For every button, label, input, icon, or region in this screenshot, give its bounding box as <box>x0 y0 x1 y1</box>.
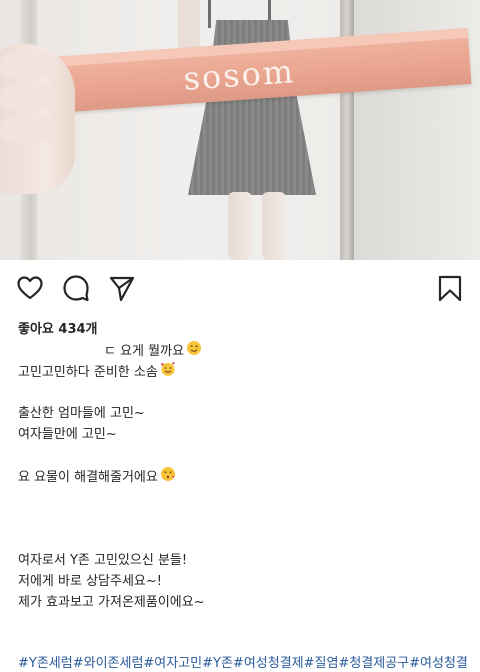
caption-text: 출산한 엄마들에 고민~ <box>18 406 145 421</box>
caption-line: 출산한 엄마들에 고민~ <box>18 403 468 424</box>
caption-text: 고민고민하다 준비한 소솜 <box>18 365 158 380</box>
post-photo[interactable]: sosom <box>0 0 480 260</box>
caption-text: 저에게 바로 상담주세요~! <box>18 574 162 589</box>
caption-text: ㄷ 요게 뭘까요 <box>104 344 185 359</box>
finger <box>0 52 56 78</box>
hashtag-links[interactable]: #Y존세럼#와이존세럼#여자고민#Y존#여성청결제#질염#청결제공구#여성청결 <box>18 652 468 671</box>
redacted-text <box>18 345 104 359</box>
caption-line: 여자들만에 고민~ <box>18 424 468 445</box>
send-icon[interactable] <box>108 274 136 302</box>
caption-line: 요 요물이 해결해줄거에요 <box>18 466 468 487</box>
hand <box>0 44 75 194</box>
wink-emoji-icon <box>186 340 202 363</box>
post-caption: ㄷ 요게 뭘까요 고민고민하다 준비한 소솜 출산한 엄마들에 고민~ 여자들만… <box>18 340 468 613</box>
caption-line: 저에게 바로 상담주세요~! <box>18 571 468 592</box>
bookmark-icon[interactable] <box>436 274 464 302</box>
caption-line: 여자로서 Y존 고민있으신 분들! <box>18 550 468 571</box>
kissing-heart-emoji-icon <box>160 466 176 489</box>
caption-text: 여자로서 Y존 고민있으신 분들! <box>18 553 188 568</box>
caption-text: 제가 효과보고 가져온제품이에요~ <box>18 595 205 610</box>
caption-line: ㄷ 요게 뭘까요 <box>18 340 468 361</box>
like-count[interactable]: 좋아요 434개 <box>18 318 98 337</box>
caption-text: 여자들만에 고민~ <box>18 427 117 442</box>
caption-text: 요 요물이 해결해줄거에요 <box>18 470 158 485</box>
caption-line: 고민고민하다 준비한 소솜 <box>18 361 468 382</box>
heart-icon[interactable] <box>16 274 44 302</box>
comment-icon[interactable] <box>62 274 90 302</box>
finger <box>0 116 56 142</box>
post-actions-bar <box>0 270 480 306</box>
caption-line: 제가 효과보고 가져온제품이에요~ <box>18 592 468 613</box>
smiling-hearts-emoji-icon <box>160 361 176 384</box>
dress-strap <box>208 0 211 28</box>
leg <box>262 192 286 260</box>
leg <box>228 192 252 260</box>
finger <box>0 84 56 110</box>
